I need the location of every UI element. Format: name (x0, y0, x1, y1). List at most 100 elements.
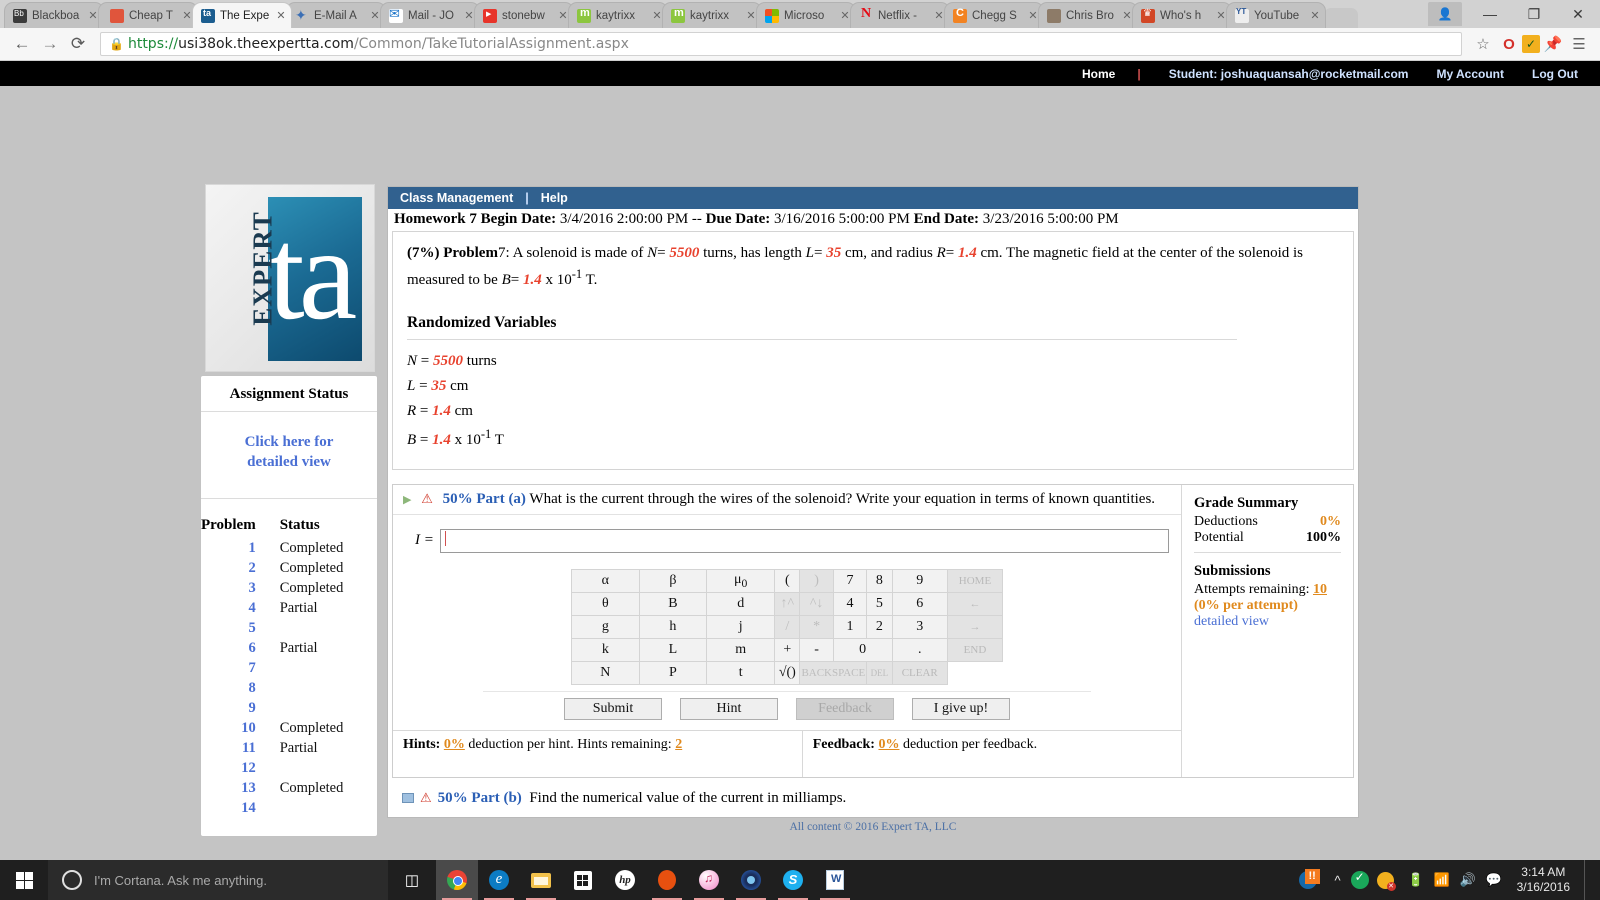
problem-number-link[interactable]: 13 (201, 778, 266, 798)
battery-icon[interactable]: 🔋 (1403, 872, 1429, 888)
nav-student-label[interactable]: Student: joshuaquansah@rocketmail.com (1169, 67, 1409, 81)
submit-button[interactable]: Submit (564, 697, 662, 720)
keypad-key[interactable]: 2 (866, 614, 893, 639)
wifi-icon[interactable]: 📶 (1429, 872, 1455, 888)
keypad-key[interactable]: L (638, 637, 708, 662)
pin-icon[interactable]: 📌 (1540, 35, 1566, 53)
profile-avatar-icon[interactable]: 👤 (1428, 2, 1462, 26)
browser-tab[interactable]: Chris Bro ✕ (1038, 2, 1138, 28)
taskbar-edge-icon[interactable]: e (478, 860, 520, 900)
sidebar-detailed-view-link[interactable]: Click here for detailed view (201, 412, 377, 498)
taskbar-itunes-icon[interactable] (688, 860, 730, 900)
give-up-button[interactable]: I give up! (912, 697, 1010, 720)
taskbar-word-icon[interactable] (814, 860, 856, 900)
browser-tab[interactable]: stonebw✕ (474, 2, 574, 28)
keypad-key[interactable]: 5 (866, 591, 893, 616)
avast-tray-icon[interactable]: !! (1298, 869, 1325, 891)
help-link[interactable]: Help (541, 191, 568, 205)
taskbar-hp-icon[interactable]: hp (604, 860, 646, 900)
forward-icon[interactable]: → (36, 34, 64, 54)
keypad-key[interactable]: + (774, 637, 801, 662)
keypad-key[interactable]: 4 (832, 591, 868, 616)
close-button[interactable]: ✕ (1556, 0, 1600, 28)
keypad-key[interactable]: t (706, 660, 776, 685)
ccleaner-tray-icon[interactable] (1376, 871, 1403, 891)
nav-home-link[interactable]: Home (1082, 67, 1115, 81)
keypad-key[interactable]: α (571, 568, 640, 593)
keypad-key[interactable]: j (706, 614, 776, 639)
browser-tab[interactable]: Microso ✕ (756, 2, 856, 28)
keypad-key[interactable]: - (799, 637, 834, 662)
problem-number-link[interactable]: 4 (201, 598, 266, 618)
menu-icon[interactable]: ☰ (1566, 35, 1592, 53)
nav-log-out-link[interactable]: Log Out (1532, 67, 1578, 81)
problem-number-link[interactable]: 1 (201, 538, 266, 558)
browser-tab[interactable]: E-Mail A✕ (286, 2, 386, 28)
keypad-key[interactable]: . (891, 637, 948, 662)
browser-tab[interactable]: kaytrixx✕ (568, 2, 668, 28)
reload-icon[interactable]: ⟳ (64, 34, 92, 54)
address-bar[interactable]: 🔒 https://usi38ok.theexpertta.com/Common… (100, 32, 1462, 56)
keypad-key[interactable]: θ (571, 591, 640, 616)
expand-triangle-icon[interactable]: ▶ (403, 494, 411, 506)
action-center-icon[interactable]: 💬 (1481, 872, 1507, 888)
dropbox-tray-icon[interactable] (1350, 870, 1377, 889)
grade-detailed-view-link[interactable]: detailed view (1194, 614, 1341, 630)
keypad-key[interactable]: β (638, 568, 708, 593)
new-tab-button[interactable] (1324, 8, 1358, 28)
keypad-key[interactable]: N (571, 660, 640, 685)
close-tab-icon[interactable]: ✕ (275, 9, 287, 22)
problem-number-link[interactable]: 2 (201, 558, 266, 578)
part-b-row[interactable]: ⚠ 50% Part (b) Find the numerical value … (392, 786, 1354, 811)
taskbar-clock[interactable]: 3:14 AM 3/16/2016 (1507, 865, 1578, 895)
problem-number-link[interactable]: 12 (201, 758, 266, 778)
browser-tab[interactable]: Who's h✕ (1132, 2, 1232, 28)
keypad-key[interactable]: ( (774, 568, 801, 593)
problem-number-link[interactable]: 8 (201, 678, 266, 698)
chevron-up-icon[interactable]: ^ (1325, 873, 1351, 888)
keypad-key[interactable]: P (638, 660, 708, 685)
browser-tab[interactable]: Netflix -✕ (850, 2, 950, 28)
keypad-key[interactable]: B (638, 591, 708, 616)
class-management-link[interactable]: Class Management (400, 191, 513, 205)
avast-icon[interactable]: ✓ (1522, 35, 1540, 53)
star-icon[interactable]: ☆ (1470, 35, 1496, 53)
keypad-key[interactable]: d (706, 591, 776, 616)
problem-number-link[interactable]: 3 (201, 578, 266, 598)
problem-number-link[interactable]: 11 (201, 738, 266, 758)
maximize-button[interactable]: ❐ (1512, 0, 1556, 28)
browser-tab[interactable]: Chegg S✕ (944, 2, 1044, 28)
problem-number-link[interactable]: 10 (201, 718, 266, 738)
taskbar-chrome-icon[interactable] (436, 860, 478, 900)
show-desktop-button[interactable] (1584, 860, 1590, 900)
taskbar-blue-app-icon[interactable] (730, 860, 772, 900)
taskbar-skype-icon[interactable]: S (772, 860, 814, 900)
back-icon[interactable]: ← (8, 34, 36, 54)
keypad-key[interactable]: m (706, 637, 776, 662)
keypad-key[interactable]: 0 (832, 637, 893, 662)
taskbar-store-icon[interactable] (562, 860, 604, 900)
keypad-key[interactable]: k (571, 637, 640, 662)
keypad-key[interactable]: 6 (891, 591, 948, 616)
problem-number-link[interactable]: 6 (201, 638, 266, 658)
nav-my-account-link[interactable]: My Account (1436, 67, 1504, 81)
cortana-search-box[interactable]: I'm Cortana. Ask me anything. (48, 860, 388, 900)
problem-number-link[interactable]: 14 (201, 798, 266, 818)
keypad-key[interactable]: μ0 (706, 568, 776, 593)
browser-tab[interactable]: Cheap T ✕ (98, 2, 198, 28)
keypad-key[interactable]: h (638, 614, 708, 639)
problem-number-link[interactable]: 9 (201, 698, 266, 718)
browser-tab[interactable]: YouTube ✕ (1226, 2, 1326, 28)
keypad-key[interactable]: 9 (891, 568, 948, 593)
problem-number-link[interactable]: 5 (201, 618, 266, 638)
keypad-key[interactable]: 7 (832, 568, 868, 593)
close-tab-icon[interactable]: ✕ (1309, 9, 1321, 22)
problem-number-link[interactable]: 7 (201, 658, 266, 678)
answer-input[interactable] (439, 528, 1169, 553)
browser-tab[interactable]: kaytrixx✕ (662, 2, 762, 28)
task-view-button[interactable]: ◫ (388, 860, 436, 900)
browser-tab[interactable]: The Expe ✕ (192, 2, 292, 28)
start-button[interactable] (0, 860, 48, 900)
taskbar-opera-icon[interactable] (646, 860, 688, 900)
browser-tab[interactable]: Mail - JO✕ (380, 2, 480, 28)
